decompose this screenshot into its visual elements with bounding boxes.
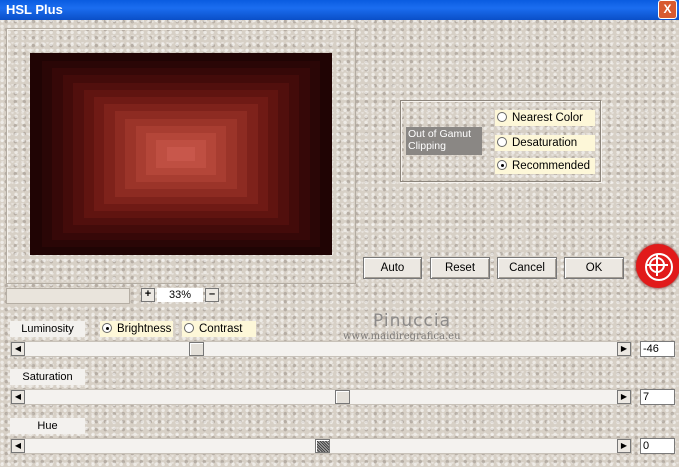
arrow-left-icon[interactable]: ◀ [11,390,25,404]
hue-slider[interactable]: ◀ ▶ [10,438,632,454]
radio-nearest-color[interactable]: Nearest Color [495,110,595,126]
gamut-label: Out of Gamut Clipping [406,127,482,155]
radio-label: Brightness [117,323,172,335]
radio-label: Nearest Color [512,112,583,124]
radio-icon [497,137,507,147]
zoom-bar [6,288,130,304]
slider-thumb[interactable] [334,390,350,404]
radio-selected-icon [497,160,507,170]
radio-contrast[interactable]: Contrast [182,321,256,337]
ok-button[interactable]: OK [564,257,624,279]
arrow-left-icon[interactable]: ◀ [11,439,25,453]
slider-thumb[interactable] [314,439,330,453]
preview-ring [166,147,196,161]
zoom-in-button[interactable]: + [141,288,155,302]
radio-icon [497,112,507,122]
close-button[interactable]: X [658,0,677,19]
arrow-right-icon[interactable]: ▶ [617,439,631,453]
radio-recommended[interactable]: Recommended [495,158,595,174]
radio-label: Desaturation [512,137,578,149]
arrow-left-icon[interactable]: ◀ [11,342,25,356]
slider-thumb[interactable] [188,342,204,356]
radio-selected-icon [102,323,112,333]
saturation-slider[interactable]: ◀ ▶ [10,389,632,405]
saturation-value[interactable]: 7 [640,389,675,405]
hue-value[interactable]: 0 [640,438,675,454]
luminosity-label: Luminosity [10,321,85,337]
zoom-out-button[interactable]: – [205,288,219,302]
arrow-right-icon[interactable]: ▶ [617,342,631,356]
title-bar[interactable]: HSL Plus X [0,0,679,20]
preview-image[interactable] [30,53,332,255]
saturation-label: Saturation [10,369,85,385]
luminosity-value[interactable]: -46 [640,341,675,357]
reset-button[interactable]: Reset [430,257,490,279]
cancel-button[interactable]: Cancel [497,257,557,279]
window-title: HSL Plus [6,2,63,17]
logo-ring [645,253,673,281]
zoom-level: 33% [157,288,203,302]
hsl-plus-window: HSL Plus X Out of Gamut Clipping Nearest… [0,0,679,467]
radio-desaturation[interactable]: Desaturation [495,135,595,151]
hue-label: Hue [10,418,85,434]
logo-icon[interactable] [636,244,679,288]
radio-label: Recommended [512,160,590,172]
radio-brightness[interactable]: Brightness [100,321,173,337]
luminosity-slider[interactable]: ◀ ▶ [10,341,632,357]
close-icon: X [663,2,672,16]
arrow-right-icon[interactable]: ▶ [617,390,631,404]
auto-button[interactable]: Auto [363,257,422,279]
watermark-name: Pinuccia [373,311,451,331]
radio-icon [184,323,194,333]
radio-label: Contrast [199,323,243,335]
